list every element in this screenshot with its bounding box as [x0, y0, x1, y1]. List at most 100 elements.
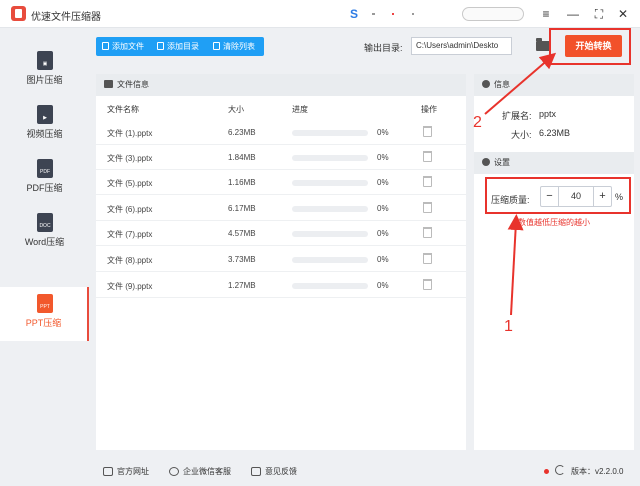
file-size: 3.73MB	[228, 255, 256, 264]
maximize-icon[interactable]: ⛶	[590, 5, 608, 23]
delete-icon[interactable]	[423, 126, 432, 137]
wechat-support-link[interactable]: 企业微信客服	[169, 466, 231, 477]
progress-text: 0%	[377, 229, 389, 238]
title-bar: 优速文件压缩器 S ≡ — ⛶ ✕	[0, 0, 640, 28]
progress-bar	[292, 130, 368, 136]
settings-header: 设置	[474, 152, 634, 174]
sidebar-item-pdf[interactable]: PDF PDF压缩	[0, 152, 89, 206]
sidebar-item-ppt[interactable]: PPT PPT压缩	[0, 287, 89, 341]
delete-icon[interactable]	[423, 202, 432, 213]
table-row[interactable]: 文件 (5).pptx 1.16MB 0%	[96, 170, 466, 195]
file-size: 1.16MB	[228, 178, 256, 187]
version-label: 版本：v2.2.0.0	[571, 467, 624, 476]
open-folder-icon[interactable]	[536, 38, 550, 51]
progress-bar	[292, 283, 368, 289]
output-dir-input[interactable]: C:\Users\admin\Deskto	[411, 37, 512, 55]
file-size: 6.17MB	[228, 204, 256, 213]
ppt-file-icon: PPT	[37, 294, 53, 313]
gear-icon	[482, 80, 490, 88]
file-size: 1.84MB	[228, 153, 256, 162]
progress-text: 0%	[377, 153, 389, 162]
output-dir-label: 输出目录:	[364, 43, 403, 53]
menu-icon[interactable]: ≡	[537, 5, 555, 23]
action-button-group: 添加文件 添加目录 清除列表	[96, 37, 264, 56]
monitor-icon	[103, 467, 113, 476]
delete-icon[interactable]	[423, 176, 432, 187]
ext-value: pptx	[539, 109, 557, 119]
progress-bar	[292, 206, 368, 212]
size-value: 6.23MB	[539, 128, 571, 138]
column-header-size: 大小	[228, 105, 244, 114]
pdf-file-icon: PDF	[37, 159, 53, 178]
table-row[interactable]: 文件 (8).pptx 3.73MB 0%	[96, 247, 466, 272]
file-size: 1.27MB	[228, 281, 256, 290]
progress-text: 0%	[377, 255, 389, 264]
file-size: 6.23MB	[228, 128, 256, 137]
feedback-icon	[251, 467, 261, 476]
quality-hint: 数值越低压缩的越小	[518, 218, 590, 227]
sidebar-item-image[interactable]: ▣ 图片压缩	[0, 44, 89, 98]
sidebar-item-label: PPT压缩	[25, 318, 62, 328]
file-name: 文件 (5).pptx	[107, 179, 153, 188]
progress-bar	[292, 155, 368, 161]
gear-icon	[482, 158, 490, 166]
doc-file-icon: DOC	[37, 213, 53, 232]
add-file-button[interactable]: 添加文件	[102, 37, 144, 56]
progress-text: 0%	[377, 204, 389, 213]
table-row[interactable]: 文件 (7).pptx 4.57MB 0%	[96, 221, 466, 246]
annotation-box-start	[549, 28, 631, 65]
annotation-number-1: 1	[504, 318, 513, 335]
feedback-link[interactable]: 意见反馈	[251, 466, 297, 477]
app-logo-icon	[11, 6, 26, 21]
sidebar-item-label: 视频压缩	[26, 129, 63, 139]
promo-button[interactable]	[462, 7, 524, 21]
file-icon	[102, 42, 109, 50]
delete-icon[interactable]	[423, 253, 432, 264]
add-folder-button[interactable]: 添加目录	[157, 37, 199, 56]
file-name: 文件 (7).pptx	[107, 230, 153, 239]
ext-label: 扩展名:	[502, 111, 532, 121]
sidebar-item-label: Word压缩	[24, 237, 65, 247]
table-row[interactable]: 文件 (1).pptx 6.23MB 0%	[96, 120, 466, 145]
promo-banner[interactable]	[372, 13, 452, 15]
close-icon[interactable]: ✕	[614, 5, 632, 23]
file-name: 文件 (8).pptx	[107, 256, 153, 265]
progress-text: 0%	[377, 281, 389, 290]
progress-text: 0%	[377, 128, 389, 137]
info-panel-header: 信息	[474, 74, 634, 96]
notification-dot-icon	[544, 469, 549, 474]
annotation-box-quality	[485, 177, 631, 214]
column-header-name: 文件名称	[107, 105, 139, 114]
video-file-icon: ▶	[37, 105, 53, 124]
delete-icon[interactable]	[423, 227, 432, 238]
footer: 官方网址 企业微信客服 意见反馈 版本：v2.2.0.0	[89, 456, 640, 486]
column-header-action: 操作	[421, 105, 437, 114]
table-row[interactable]: 文件 (9).pptx 1.27MB 0%	[96, 273, 466, 298]
progress-bar	[292, 231, 368, 237]
trash-icon	[213, 42, 220, 50]
delete-icon[interactable]	[423, 151, 432, 162]
column-header-progress: 进度	[292, 105, 308, 114]
clear-list-button[interactable]: 清除列表	[213, 37, 255, 56]
image-file-icon: ▣	[37, 51, 53, 70]
file-panel-header: 文件信息	[96, 74, 466, 96]
promo-logo-icon[interactable]: S	[350, 7, 358, 21]
file-name: 文件 (3).pptx	[107, 154, 153, 163]
sidebar-item-label: PDF压缩	[26, 183, 63, 193]
chat-icon	[169, 467, 179, 476]
website-link[interactable]: 官方网址	[103, 466, 149, 477]
sidebar-item-word[interactable]: DOC Word压缩	[0, 206, 89, 260]
file-name: 文件 (1).pptx	[107, 129, 153, 138]
size-label: 大小:	[511, 130, 532, 140]
annotation-number-2: 2	[473, 114, 482, 131]
delete-icon[interactable]	[423, 279, 432, 290]
table-row[interactable]: 文件 (6).pptx 6.17MB 0%	[96, 196, 466, 221]
sidebar: ▣ 图片压缩 ▶ 视频压缩 PDF PDF压缩 DOC Word压缩 PPT P…	[0, 29, 89, 455]
progress-bar	[292, 180, 368, 186]
refresh-icon[interactable]	[555, 465, 565, 475]
table-row[interactable]: 文件 (3).pptx 1.84MB 0%	[96, 145, 466, 170]
file-name: 文件 (9).pptx	[107, 282, 153, 291]
minimize-icon[interactable]: —	[564, 5, 582, 23]
sidebar-item-video[interactable]: ▶ 视频压缩	[0, 98, 89, 152]
file-size: 4.57MB	[228, 229, 256, 238]
